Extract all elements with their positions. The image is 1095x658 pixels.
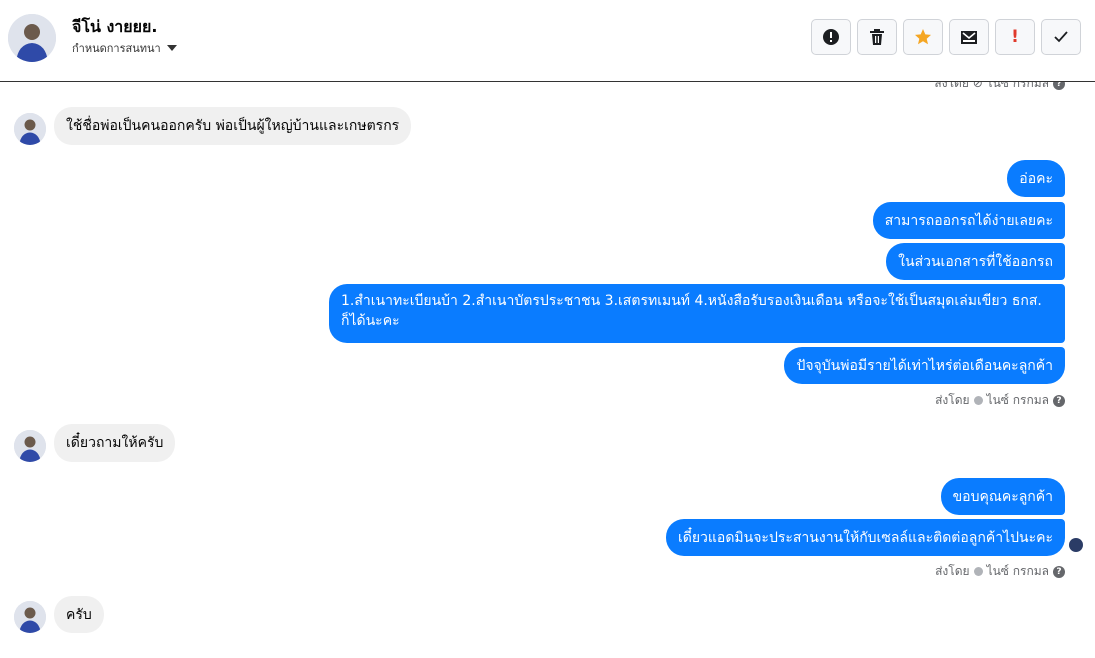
avatar-image bbox=[14, 601, 46, 633]
message-bubble-outgoing[interactable]: ปัจจุบันพ่อมีรายได้เท่าไหร่ต่อเดือนคะลูก… bbox=[784, 347, 1065, 384]
contact-avatar-small[interactable] bbox=[14, 601, 46, 633]
help-icon[interactable]: ? bbox=[1053, 82, 1065, 90]
mark-done-button[interactable] bbox=[1041, 19, 1081, 55]
avatar-image bbox=[14, 113, 46, 145]
help-icon[interactable]: ? bbox=[1053, 565, 1065, 578]
contact-avatar-small[interactable] bbox=[14, 430, 46, 462]
message-bubble-incoming[interactable]: ใช้ชื่อพ่อเป็นคนออกครับ พ่อเป็นผู้ใหญ่บ้… bbox=[54, 107, 412, 145]
delete-button[interactable] bbox=[857, 19, 897, 55]
check-icon bbox=[1054, 31, 1068, 43]
envelope-icon bbox=[961, 31, 977, 44]
message-bubble-outgoing[interactable]: ในส่วนเอกสารที่ใช้ออกรถ bbox=[886, 243, 1065, 280]
message-thread: ส่งโดย ⊘ ไนซ์ กรกมล ? ใช้ชื่อพ่อเป็นคนออ… bbox=[0, 82, 1095, 658]
conversation-header: จีโน่ งายยย. กำหนดการสนทนา ! bbox=[0, 0, 1095, 82]
star-icon bbox=[915, 29, 931, 45]
message-bubble-outgoing[interactable]: เดี๋ยวแอดมินจะประสานงานให้กับเซลล์และติด… bbox=[665, 519, 1065, 556]
contact-avatar-small[interactable] bbox=[14, 113, 46, 145]
sent-status-icon bbox=[973, 396, 983, 405]
sent-by-meta: ส่งโดย ไนซ์ กรกมล ? bbox=[935, 562, 1065, 581]
mark-spam-button[interactable] bbox=[811, 19, 851, 55]
contact-name[interactable]: จีโน่ งายยย. bbox=[72, 15, 157, 40]
seen-avatar-icon bbox=[1069, 538, 1083, 552]
mark-unread-button[interactable] bbox=[949, 19, 989, 55]
message-bubble-outgoing[interactable]: อ่อคะ bbox=[1007, 160, 1065, 197]
star-button[interactable] bbox=[903, 19, 943, 55]
message-bubble-incoming[interactable]: เดี๋ยวถามให้ครับ bbox=[54, 424, 176, 462]
sent-status-icon bbox=[973, 567, 983, 576]
message-bubble-outgoing[interactable]: สามารถออกรถได้ง่ายเลยคะ bbox=[872, 202, 1065, 239]
avatar-image bbox=[14, 430, 46, 462]
contact-avatar[interactable] bbox=[8, 14, 56, 62]
action-toolbar: ! bbox=[811, 19, 1081, 55]
message-bubble-outgoing[interactable]: 1.สำเนาทะเบียนบ้า 2.สำเนาบัตรประชาชน 3.เ… bbox=[329, 284, 1065, 343]
message-bubble-outgoing[interactable]: ขอบคุณคะลูกค้า bbox=[940, 478, 1065, 515]
message-bubble-incoming[interactable]: ครับ bbox=[54, 596, 104, 633]
sent-by-meta: ส่งโดย ⊘ ไนซ์ กรกมล ? bbox=[934, 82, 1065, 93]
caret-down-icon bbox=[166, 45, 177, 51]
mark-important-button[interactable]: ! bbox=[995, 19, 1035, 55]
avatar-image bbox=[8, 14, 56, 62]
trash-icon bbox=[870, 29, 884, 45]
info-icon bbox=[823, 29, 839, 45]
assign-conversation-dropdown[interactable]: กำหนดการสนทนา bbox=[72, 39, 177, 57]
sent-by-meta: ส่งโดย ไนซ์ กรกมล ? bbox=[935, 391, 1065, 410]
exclamation-icon: ! bbox=[1011, 27, 1019, 47]
help-icon[interactable]: ? bbox=[1053, 394, 1065, 407]
assign-label: กำหนดการสนทนา bbox=[72, 42, 161, 55]
